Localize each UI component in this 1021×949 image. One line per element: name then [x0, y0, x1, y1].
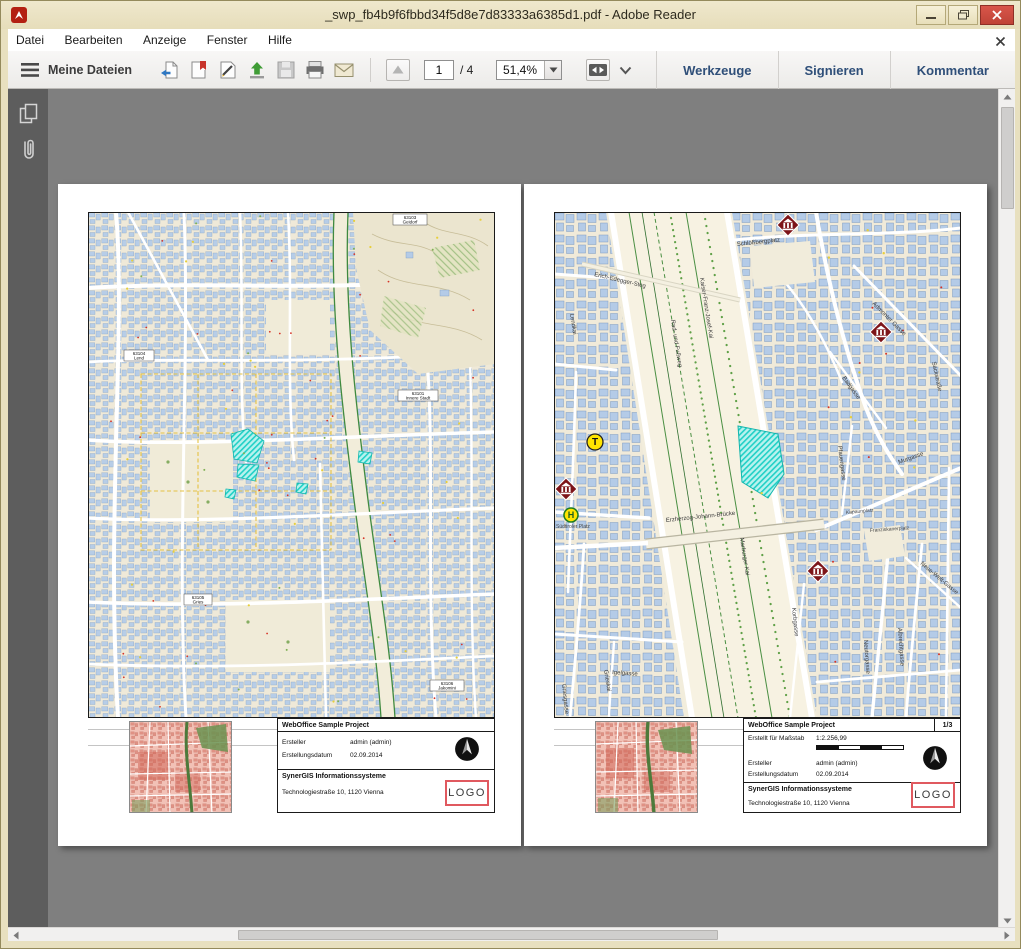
svg-text:Geidorf: Geidorf	[403, 220, 419, 225]
sheet-title: WebOffice Sample Project	[278, 719, 494, 732]
sheet-title: WebOffice Sample Project	[744, 719, 960, 732]
restore-icon	[958, 10, 969, 20]
fit-width-button[interactable]	[586, 59, 610, 81]
overview-locator-map	[129, 721, 232, 813]
workspace: 63103Geidorf 63104Lend 63101Innere Stadt…	[8, 89, 1015, 929]
fit-width-icon	[588, 62, 608, 78]
scale-value: 1:2.256,99	[816, 735, 847, 742]
scroll-up-button[interactable]	[999, 89, 1016, 105]
poi-tram-stop-icon: H	[564, 508, 578, 522]
north-arrow-icon	[922, 745, 948, 773]
zoom-dropdown-button[interactable]	[544, 61, 561, 79]
menu-hilfe[interactable]: Hilfe	[260, 29, 300, 51]
svg-text:Jakomini: Jakomini	[438, 686, 456, 691]
svg-text:Gries: Gries	[193, 600, 205, 605]
close-button[interactable]	[980, 5, 1014, 25]
comment-panel-button[interactable]: Kommentar	[891, 51, 1015, 89]
creator-value: admin (admin)	[350, 739, 392, 746]
scroll-left-button[interactable]	[8, 928, 24, 942]
org-address: Technologiestraße 10, 1120 Vienna	[748, 800, 850, 807]
page-thumbnails-icon[interactable]	[17, 101, 41, 127]
pdf-page-1[interactable]: 63103Geidorf 63104Lend 63101Innere Stadt…	[58, 184, 521, 846]
page-up-icon	[391, 64, 405, 76]
vertical-scroll-thumb[interactable]	[1001, 107, 1014, 209]
vertical-scrollbar[interactable]	[998, 89, 1015, 929]
street-label: Südtiroler Platz	[556, 524, 590, 530]
zoom-combo[interactable]: 51,4%	[496, 60, 562, 80]
poi-taxi-icon: T	[587, 434, 603, 450]
navigation-sidebar	[8, 89, 48, 929]
menu-icon[interactable]	[18, 59, 42, 81]
chevron-down-icon	[619, 66, 632, 75]
titlebar[interactable]: _swp_fb4b9f6fbbd34f5d8e7d83333a6385d1.pd…	[1, 1, 1020, 29]
creator-label: Ersteller	[748, 760, 772, 767]
recent-files-button[interactable]: Meine Dateien	[48, 51, 132, 89]
chevron-down-icon	[549, 67, 558, 73]
tools-panel-button[interactable]: Werkzeuge	[657, 51, 777, 89]
open-file-icon[interactable]	[158, 59, 182, 81]
minimize-button[interactable]	[916, 5, 946, 25]
plaza-schlossbergplatz	[750, 241, 815, 288]
overview-city-map: 63103Geidorf 63104Lend 63101Innere Stadt…	[88, 212, 495, 718]
email-icon[interactable]	[332, 59, 356, 81]
share-upload-icon[interactable]	[245, 59, 269, 81]
document-canvas[interactable]: 63103Geidorf 63104Lend 63101Innere Stadt…	[48, 89, 998, 929]
close-icon	[992, 10, 1002, 20]
detail-city-map: T H Schloßbergplatz Erich-Edegger-Steg K…	[554, 212, 961, 718]
sign-panel-button[interactable]: Signieren	[779, 51, 890, 89]
horizontal-scroll-thumb[interactable]	[238, 930, 718, 940]
menu-anzeige[interactable]: Anzeige	[135, 29, 194, 51]
menu-datei[interactable]: Datei	[8, 29, 52, 51]
print-icon[interactable]	[303, 59, 327, 81]
page-up-button[interactable]	[386, 59, 410, 81]
overview-locator-map	[595, 721, 698, 813]
toolbar-separator	[370, 58, 371, 82]
svg-text:Lend: Lend	[134, 356, 145, 361]
created-label: Erstellungsdatum	[282, 752, 332, 759]
scale-label: Erstellt für Maßstab	[748, 735, 804, 742]
svg-text:T: T	[592, 437, 598, 448]
attachments-icon[interactable]	[17, 137, 41, 163]
map-sheet-info-table: WebOffice Sample Project 1/3 Erstellt fü…	[743, 718, 961, 813]
save-icon[interactable]	[274, 59, 298, 81]
adobe-reader-window: _swp_fb4b9f6fbbd34f5d8e7d83333a6385d1.pd…	[0, 0, 1021, 949]
scroll-right-button[interactable]	[999, 928, 1015, 942]
menu-bearbeiten[interactable]: Bearbeiten	[56, 29, 130, 51]
more-tools-button[interactable]	[616, 59, 634, 81]
menubar-close-icon[interactable]	[995, 34, 1006, 52]
created-value: 02.09.2014	[816, 771, 849, 778]
page-total-label: / 4	[460, 51, 473, 89]
minimize-icon	[926, 10, 936, 20]
window-title: _swp_fb4b9f6fbbd34f5d8e7d83333a6385d1.pd…	[1, 1, 1020, 29]
logo-placeholder: LOGO	[911, 782, 955, 808]
page-number-input[interactable]	[424, 60, 454, 80]
created-value: 02.09.2014	[350, 752, 383, 759]
menubar: Datei Bearbeiten Anzeige Fenster Hilfe	[8, 29, 1015, 51]
menu-fenster[interactable]: Fenster	[199, 29, 256, 51]
north-arrow-icon	[454, 736, 480, 764]
org-address: Technologiestraße 10, 1120 Vienna	[282, 789, 384, 796]
map-sheet-info-table: WebOffice Sample Project Ersteller admin…	[277, 718, 495, 813]
pdf-page-2[interactable]: T H Schloßbergplatz Erich-Edegger-Steg K…	[524, 184, 987, 846]
logo-placeholder: LOGO	[445, 780, 489, 806]
create-pdf-icon[interactable]	[187, 59, 211, 81]
svg-text:H: H	[568, 510, 575, 520]
created-label: Erstellungsdatum	[748, 771, 798, 778]
sign-document-icon[interactable]	[216, 59, 240, 81]
zoom-value: 51,4%	[497, 61, 544, 79]
sheet-page-number: 1/3	[934, 719, 960, 732]
toolbar: Meine Dateien / 4 51,4%	[8, 51, 1015, 89]
scale-bar	[816, 745, 904, 750]
creator-label: Ersteller	[282, 739, 306, 746]
svg-text:Innere Stadt: Innere Stadt	[406, 396, 431, 401]
horizontal-scrollbar[interactable]	[8, 927, 1015, 941]
maximize-button[interactable]	[948, 5, 978, 25]
creator-value: admin (admin)	[816, 760, 858, 767]
